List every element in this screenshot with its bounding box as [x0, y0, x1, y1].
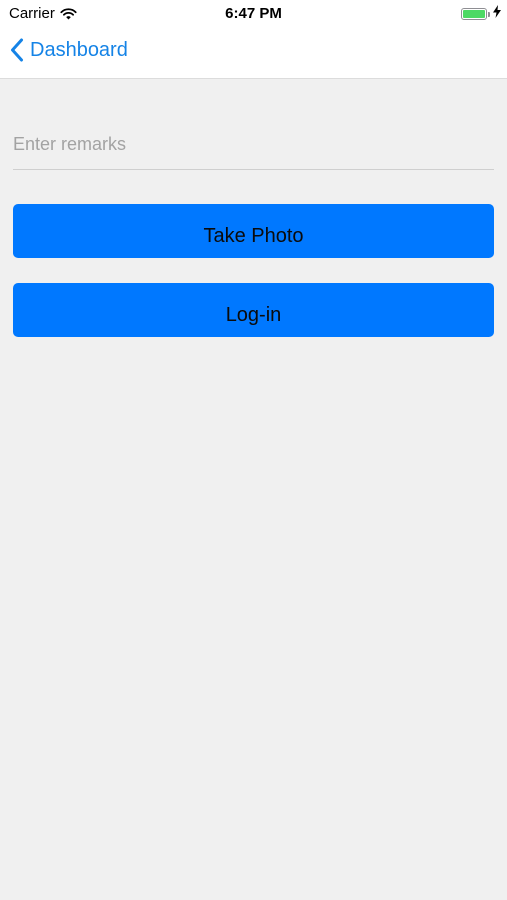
remarks-input[interactable] [13, 130, 494, 158]
login-button[interactable]: Log-in [13, 283, 494, 337]
battery-fill [463, 10, 485, 18]
status-bar: Carrier 6:47 PM [0, 0, 507, 28]
battery-icon [461, 8, 487, 20]
take-photo-button[interactable]: Take Photo [13, 204, 494, 258]
remarks-field [13, 118, 494, 170]
chevron-left-icon [10, 38, 24, 62]
back-button-label: Dashboard [30, 38, 128, 61]
back-button[interactable]: Dashboard [10, 38, 128, 62]
battery-cap [488, 11, 490, 17]
battery-indicator [461, 5, 501, 23]
charging-bolt-icon [493, 5, 501, 23]
status-time: 6:47 PM [225, 5, 282, 22]
navigation-bar: Dashboard [0, 28, 507, 79]
